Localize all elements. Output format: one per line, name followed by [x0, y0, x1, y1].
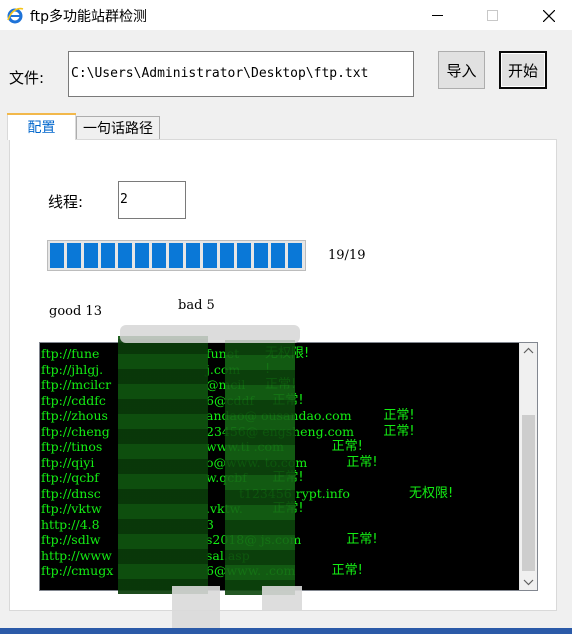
log-status: 正常!: [383, 423, 415, 439]
log-line: ftp://vktw.vktw.正常!: [41, 501, 304, 516]
log-url: ftp://dnsc: [41, 485, 101, 501]
scroll-thumb[interactable]: [522, 415, 535, 571]
log-url: ftp://tinos: [41, 439, 103, 454]
log-line: ftp://cmugx6@www. .com正常!: [41, 563, 363, 578]
log-status: 正常!: [331, 563, 363, 578]
log-line: ftp://tinoswww.ti .com正常!: [41, 439, 363, 454]
log-url: ftp://fune: [41, 346, 100, 361]
log-status: 无权限!: [409, 485, 454, 501]
log-url: ftp://jhlgj.: [41, 361, 104, 377]
privacy-mosaic: [172, 586, 220, 628]
tab-one-line-path[interactable]: 一句话路径: [76, 116, 160, 139]
maximize-button[interactable]: [469, 0, 515, 30]
progress-segment: [101, 243, 115, 268]
privacy-mosaic: [118, 336, 208, 594]
privacy-mosaic: [262, 586, 302, 610]
log-url: ftp://cmugx: [41, 563, 114, 578]
taskbar-strip: [0, 628, 572, 634]
progress-segment: [186, 243, 200, 268]
log-url: ftp://cddfc: [41, 392, 106, 408]
log-line: http://4.8 3: [41, 516, 214, 532]
minimize-icon: [432, 15, 443, 16]
log-line: ftp://jhlgj.j.com!: [41, 361, 270, 377]
minimize-button[interactable]: [414, 0, 460, 30]
thread-label: 线程:: [48, 193, 84, 211]
progress-segment: [152, 243, 166, 268]
progress-segment: [237, 243, 251, 268]
log-url: ftp://mcilcr: [41, 377, 112, 392]
start-button[interactable]: 开始: [499, 51, 547, 89]
title-bar: ftp多功能站群检测: [0, 0, 572, 30]
log-line: ftp://dnsct123456 rypt.info无权限!: [41, 485, 453, 501]
progress-segment: [67, 243, 81, 268]
progress-segment: [220, 243, 234, 268]
window-title: ftp多功能站群检测: [30, 9, 148, 25]
progress-segment: [288, 243, 302, 268]
app-icon: [6, 6, 24, 24]
maximize-icon: [487, 10, 498, 21]
log-line: ftp://mcilcr@mcil正常!: [41, 377, 296, 392]
progress-segment: [118, 243, 132, 268]
scroll-up-button[interactable]: [520, 343, 537, 360]
log-line: ftp://zhousandao@ ousandao.com正常!: [41, 408, 415, 423]
chevron-up-icon: [523, 347, 534, 354]
log-line: http://wwwsal.asp: [41, 547, 250, 563]
close-icon: [543, 10, 555, 22]
close-button[interactable]: [525, 0, 571, 30]
progress-segment: [169, 243, 183, 268]
progress-segment: [271, 243, 285, 268]
progress-text: 19/19: [328, 248, 366, 263]
log-url: http://4.8: [41, 516, 100, 532]
log-line: ftp://cddfc6@cddf正常!: [41, 392, 304, 408]
file-label: 文件:: [9, 69, 45, 87]
log-status: 正常!: [346, 532, 378, 547]
log-url: ftp://zhous: [41, 408, 108, 423]
scroll-down-button[interactable]: [520, 573, 537, 590]
log-scrollbar[interactable]: [519, 343, 537, 590]
log-status: 正常!: [346, 454, 378, 470]
file-path-input[interactable]: [68, 51, 414, 97]
bad-count: bad 5: [178, 298, 215, 313]
chevron-down-icon: [523, 579, 534, 586]
progress-segment: [254, 243, 268, 268]
log-line: ftp://sdlws2018@ js.com正常!: [41, 532, 378, 547]
progress-segment: [84, 243, 98, 268]
app-window: ftp多功能站群检测 文件: 导入 开始 配置 一句话路径 线程: 2 19/1…: [0, 0, 572, 634]
log-url: ftp://vktw: [41, 501, 102, 516]
log-status: 正常!: [331, 439, 363, 454]
privacy-mosaic: [120, 325, 300, 343]
log-url: ftp://qiyi: [41, 454, 95, 470]
log-line: ftp://qcbfw.qcbf正常!: [41, 470, 304, 485]
log-line: ftp://funefunet无权限!: [41, 346, 309, 361]
tab-config[interactable]: 配置: [7, 113, 76, 140]
log-line: ftp://qiyio@www. to.com正常!: [41, 454, 378, 470]
privacy-mosaic: [225, 340, 295, 595]
progress-segment: [135, 243, 149, 268]
log-url: ftp://cheng: [41, 423, 110, 439]
progress-fill: [50, 243, 303, 268]
progress-segment: [203, 243, 217, 268]
log-url: ftp://sdlw: [41, 532, 101, 547]
log-url: http://www: [41, 547, 112, 563]
thread-count-input[interactable]: 2: [118, 181, 186, 219]
log-line: ftp://cheng23456@ engsheng.com正常!: [41, 423, 415, 439]
progress-segment: [50, 243, 64, 268]
import-button[interactable]: 导入: [438, 51, 485, 89]
good-count: good 13: [49, 304, 102, 319]
log-url: ftp://qcbf: [41, 470, 99, 485]
log-status: 正常!: [383, 408, 415, 423]
progress-bar: [47, 240, 306, 271]
